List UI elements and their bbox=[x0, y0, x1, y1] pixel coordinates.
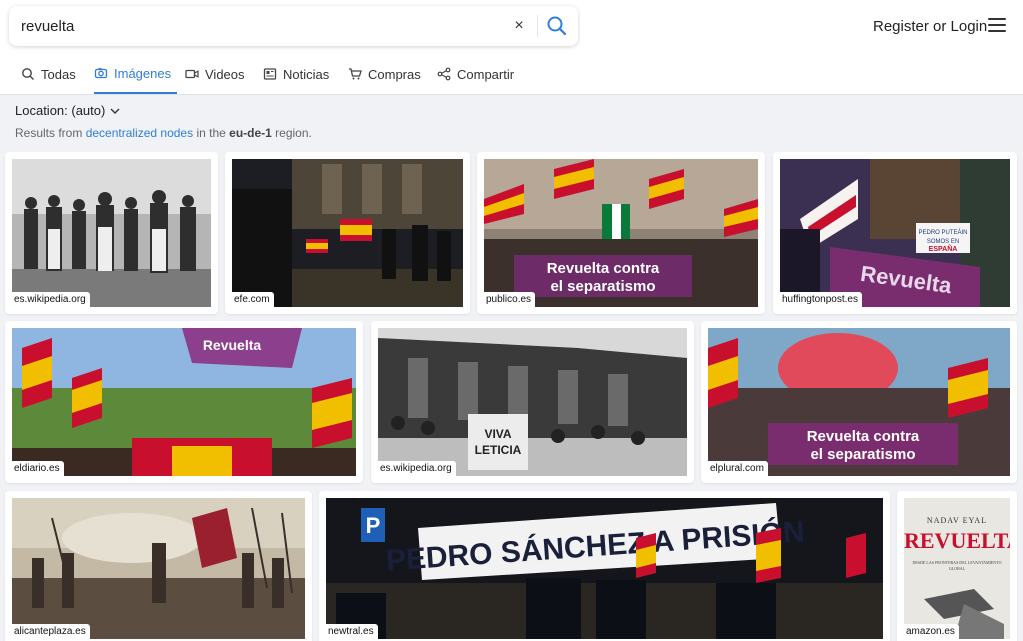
image-source: amazon.es bbox=[904, 624, 959, 639]
tab-label: Compras bbox=[368, 66, 421, 82]
image-result[interactable]: Revuelta contra el separatismo elplural.… bbox=[701, 321, 1017, 483]
image-thumbnail bbox=[12, 498, 305, 639]
tab-label: Noticias bbox=[283, 66, 330, 82]
results-middle: in the bbox=[193, 126, 230, 140]
svg-text:ESPAÑA: ESPAÑA bbox=[929, 244, 958, 253]
search-icon[interactable] bbox=[545, 14, 569, 38]
image-result[interactable]: Revuelta contra el separatismo publico.e… bbox=[477, 152, 765, 314]
hamburger-menu-icon[interactable] bbox=[988, 18, 1006, 34]
image-thumbnail: PEDRO PUTEÁIN SOMOS EN ESPAÑA Revuelta bbox=[780, 159, 1010, 307]
image-source: alicanteplaza.es bbox=[12, 624, 90, 639]
svg-text:Revuelta: Revuelta bbox=[203, 337, 262, 353]
region-name: eu-de-1 bbox=[229, 126, 272, 140]
image-source: huffingtonpost.es bbox=[780, 292, 862, 307]
tab-compartir[interactable]: Compartir bbox=[437, 54, 514, 94]
tab-label: Videos bbox=[205, 66, 245, 82]
book-title: REVUELTA bbox=[904, 528, 1010, 553]
image-source: publico.es bbox=[484, 292, 536, 307]
image-thumbnail: Revuelta bbox=[12, 328, 356, 476]
search-icon bbox=[22, 68, 34, 80]
book-subtitle: DESDE LAS FRONTERAS DEL LEVANTAMIENTO GL… bbox=[912, 560, 1002, 571]
image-thumbnail: P PEDRO SÁNCHEZ A PRISIÓN bbox=[326, 498, 883, 639]
svg-text:PEDRO PUTEÁIN: PEDRO PUTEÁIN bbox=[918, 229, 967, 236]
svg-text:el separatismo: el separatismo bbox=[810, 446, 915, 463]
image-result[interactable]: alicanteplaza.es bbox=[5, 491, 312, 641]
image-source: eldiario.es bbox=[12, 461, 64, 476]
image-thumbnail bbox=[12, 159, 211, 307]
top-bar: × Register or Login Todas Imágenes Video… bbox=[0, 0, 1023, 95]
cart-icon bbox=[349, 68, 362, 80]
svg-text:SOMOS EN: SOMOS EN bbox=[927, 239, 959, 245]
image-result[interactable]: VIVA LETICIA es.wikipedia.org bbox=[371, 321, 694, 483]
image-result[interactable]: es.wikipedia.org bbox=[5, 152, 218, 314]
svg-text:el separatismo: el separatismo bbox=[550, 278, 655, 295]
tab-label: Imágenes bbox=[114, 65, 172, 81]
results-suffix: region. bbox=[271, 126, 312, 140]
tab-noticias[interactable]: Noticias bbox=[263, 54, 329, 94]
decentralized-nodes-link[interactable]: decentralized nodes bbox=[86, 126, 193, 140]
results-prefix: Results from bbox=[15, 126, 86, 140]
tab-todas[interactable]: Todas bbox=[21, 54, 76, 94]
camera-icon bbox=[94, 68, 108, 79]
tab-label: Compartir bbox=[457, 66, 515, 82]
chevron-down-icon bbox=[110, 108, 120, 114]
image-thumbnail: Revuelta contra el separatismo bbox=[484, 159, 758, 307]
location-selector[interactable]: Location: (auto) bbox=[15, 103, 121, 118]
tab-imagenes[interactable]: Imágenes bbox=[94, 54, 178, 94]
image-source: elplural.com bbox=[708, 461, 768, 476]
search-divider bbox=[537, 15, 538, 37]
image-source: efe.com bbox=[232, 292, 274, 307]
tab-label: Todas bbox=[41, 66, 76, 82]
image-result[interactable]: efe.com bbox=[225, 152, 470, 314]
image-result[interactable]: P PEDRO SÁNCHEZ A PRISIÓN newtral.es bbox=[319, 491, 890, 641]
location-label: Location: (auto) bbox=[15, 103, 106, 118]
image-thumbnail: NADAV EYAL REVUELTA DESDE LAS FRONTERAS … bbox=[904, 498, 1010, 639]
svg-text:P: P bbox=[366, 513, 381, 538]
image-source: newtral.es bbox=[326, 624, 378, 639]
svg-text:Revuelta contra: Revuelta contra bbox=[547, 260, 660, 277]
search-box: × bbox=[9, 6, 578, 46]
image-source: es.wikipedia.org bbox=[378, 461, 456, 476]
book-author: NADAV EYAL bbox=[926, 516, 988, 525]
video-icon bbox=[185, 69, 199, 79]
share-icon bbox=[437, 67, 451, 81]
image-thumbnail bbox=[232, 159, 463, 307]
image-thumbnail: VIVA LETICIA bbox=[378, 328, 687, 476]
image-result[interactable]: PEDRO PUTEÁIN SOMOS EN ESPAÑA Revuelta h… bbox=[773, 152, 1017, 314]
svg-text:Revuelta contra: Revuelta contra bbox=[807, 428, 920, 445]
newspaper-icon bbox=[263, 68, 277, 80]
results-info: Results from decentralized nodes in the … bbox=[15, 126, 312, 140]
image-result[interactable]: Revuelta eldiario.es bbox=[5, 321, 363, 483]
tab-videos[interactable]: Videos bbox=[185, 54, 245, 94]
clear-search-icon[interactable]: × bbox=[509, 16, 529, 36]
svg-text:VIVA: VIVA bbox=[484, 427, 511, 441]
tab-compras[interactable]: Compras bbox=[348, 54, 421, 94]
image-result[interactable]: NADAV EYAL REVUELTA DESDE LAS FRONTERAS … bbox=[897, 491, 1017, 641]
image-thumbnail: Revuelta contra el separatismo bbox=[708, 328, 1010, 476]
svg-text:LETICIA: LETICIA bbox=[475, 443, 522, 457]
register-login-link[interactable]: Register or Login bbox=[873, 18, 987, 35]
search-input[interactable] bbox=[21, 15, 491, 37]
image-source: es.wikipedia.org bbox=[12, 292, 90, 307]
